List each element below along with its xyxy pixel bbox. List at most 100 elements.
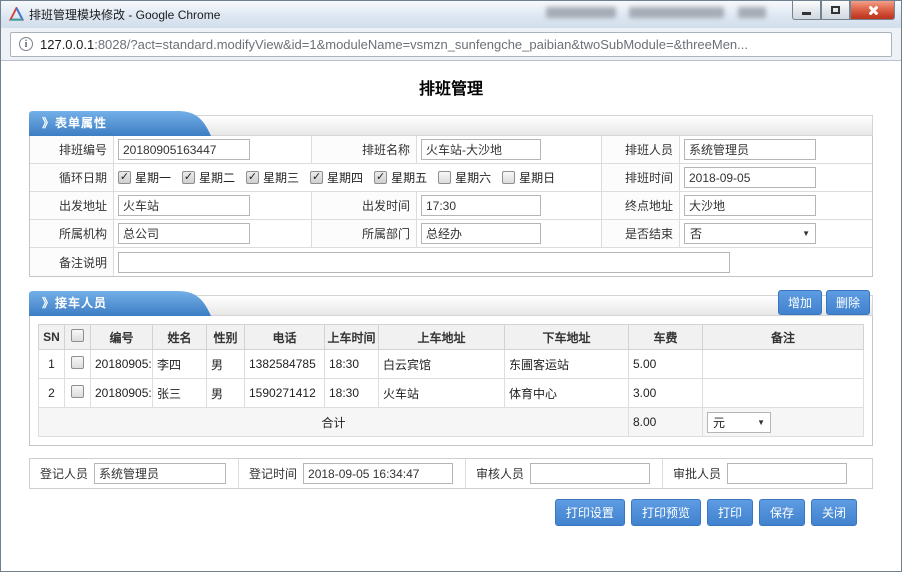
field-pair: 审批人员: [663, 459, 859, 488]
minimize-icon: [802, 12, 811, 15]
reviewer-input[interactable]: [530, 463, 650, 484]
col-header-phone: 电话: [245, 325, 325, 350]
cell-alight-addr: 东圃客运站: [505, 350, 629, 379]
table-row: 1 20180905: 李四 男 1382584785 18:30 白云宾馆 东…: [39, 350, 864, 379]
cell-board-time: 18:30: [325, 379, 379, 408]
field-label: 备注说明: [30, 248, 114, 276]
close-button[interactable]: 关闭: [811, 499, 857, 526]
weekday-checkbox[interactable]: [310, 171, 323, 184]
form-properties-box: 排班编号 排班名称 排班人员 循环日期 星期一 星期二 星期三 星期四 星期五 …: [29, 136, 873, 277]
weekday-checkbox[interactable]: [246, 171, 259, 184]
depart-address-input[interactable]: [118, 195, 250, 216]
weekday-checkbox[interactable]: [118, 171, 131, 184]
organization-input[interactable]: [118, 223, 250, 244]
register-time-input[interactable]: [303, 463, 453, 484]
remark-input[interactable]: [118, 252, 730, 273]
url-path: :8028/?act=standard.modifyView&id=1&modu…: [94, 37, 748, 52]
field-label: 排班人员: [602, 136, 680, 164]
print-settings-button[interactable]: 打印设置: [555, 499, 625, 526]
cell-name: 张三: [153, 379, 207, 408]
row-checkbox[interactable]: [71, 356, 84, 369]
col-header-alight-addr: 下车地址: [505, 325, 629, 350]
minimize-button[interactable]: [792, 1, 821, 20]
field-label: 所属机构: [30, 220, 114, 248]
maximize-icon: [831, 6, 840, 14]
col-header-sn: SN: [39, 325, 65, 350]
schedule-time-input[interactable]: [684, 167, 816, 188]
weekday-option: 星期日: [502, 169, 555, 186]
field-cell: [417, 220, 602, 248]
field-cell: [114, 136, 312, 164]
depart-time-input[interactable]: [421, 195, 541, 216]
field-cell: [114, 248, 872, 276]
col-header-select: [65, 325, 91, 350]
col-header-board-addr: 上车地址: [379, 325, 505, 350]
weekday-option: 星期三: [246, 169, 299, 186]
action-buttons: 打印设置 打印预览 打印 保存 关闭: [29, 499, 873, 526]
page-info-icon[interactable]: i: [19, 37, 33, 51]
url-field[interactable]: i 127.0.0.1:8028/?act=standard.modifyVie…: [10, 32, 892, 57]
window-titlebar[interactable]: 排班管理模块修改 - Google Chrome: [1, 1, 901, 28]
field-label: 审批人员: [663, 465, 727, 482]
weekday-checkbox[interactable]: [438, 171, 451, 184]
field-label: 登记时间: [239, 465, 303, 482]
cell-phone: 1382584785: [245, 350, 325, 379]
schedule-name-input[interactable]: [421, 139, 541, 160]
weekday-checkbox[interactable]: [374, 171, 387, 184]
weekday-checkbox[interactable]: [502, 171, 515, 184]
maximize-button[interactable]: [821, 1, 850, 20]
window-title: 排班管理模块修改 - Google Chrome: [29, 6, 220, 23]
field-cell: [680, 136, 872, 164]
cell-no: 20180905:: [91, 379, 153, 408]
cell-sn: 1: [39, 350, 65, 379]
cell-note: [703, 350, 864, 379]
col-header-name: 姓名: [153, 325, 207, 350]
scheduler-input[interactable]: [684, 139, 816, 160]
cell-sn: 2: [39, 379, 65, 408]
field-label: 排班编号: [30, 136, 114, 164]
section-title: 》接车人员: [42, 291, 107, 316]
total-label: 合计: [39, 408, 629, 437]
row-checkbox[interactable]: [71, 385, 84, 398]
print-preview-button[interactable]: 打印预览: [631, 499, 701, 526]
approver-input[interactable]: [727, 463, 847, 484]
weekday-option: 星期一: [118, 169, 171, 186]
finished-select[interactable]: 否▼: [684, 223, 816, 244]
table-header-row: SN 编号 姓名 性别 电话 上车时间 上车地址 下车地址 车费 备注: [39, 325, 864, 350]
print-button[interactable]: 打印: [707, 499, 753, 526]
end-address-input[interactable]: [684, 195, 816, 216]
cell-no: 20180905:: [91, 350, 153, 379]
close-window-button[interactable]: [850, 1, 895, 20]
cell-board-addr: 火车站: [379, 379, 505, 408]
field-cell: [114, 220, 312, 248]
table-row: 2 20180905: 张三 男 1590271412 18:30 火车站 体育…: [39, 379, 864, 408]
add-row-button[interactable]: 增加: [778, 290, 822, 315]
chevron-down-icon: ▼: [757, 418, 765, 427]
field-label: 所属部门: [312, 220, 417, 248]
save-button[interactable]: 保存: [759, 499, 805, 526]
cell-alight-addr: 体育中心: [505, 379, 629, 408]
weekday-option: 星期四: [310, 169, 363, 186]
field-cell: 否▼: [680, 220, 872, 248]
audit-fields-strip: 登记人员 登记时间 审核人员 审批人员: [29, 458, 873, 489]
delete-row-button[interactable]: 删除: [826, 290, 870, 315]
cycle-days-cell: 星期一 星期二 星期三 星期四 星期五 星期六 星期日: [114, 164, 602, 192]
field-cell: [417, 136, 602, 164]
schedule-no-input[interactable]: [118, 139, 250, 160]
field-pair: 登记时间: [239, 459, 466, 488]
department-input[interactable]: [421, 223, 541, 244]
background-window-blur: [629, 7, 724, 18]
registrar-input[interactable]: [94, 463, 226, 484]
field-cell: [114, 192, 312, 220]
currency-select[interactable]: 元▼: [707, 412, 771, 433]
address-bar: i 127.0.0.1:8028/?act=standard.modifyVie…: [1, 28, 901, 61]
select-all-checkbox[interactable]: [71, 329, 84, 342]
chevron-down-icon: ▼: [802, 229, 810, 238]
weekday-checkbox[interactable]: [182, 171, 195, 184]
cell-select: [65, 350, 91, 379]
field-label: 审核人员: [466, 465, 530, 482]
field-label: 出发时间: [312, 192, 417, 220]
weekday-option: 星期五: [374, 169, 427, 186]
close-icon: [867, 5, 878, 16]
col-header-board-time: 上车时间: [325, 325, 379, 350]
